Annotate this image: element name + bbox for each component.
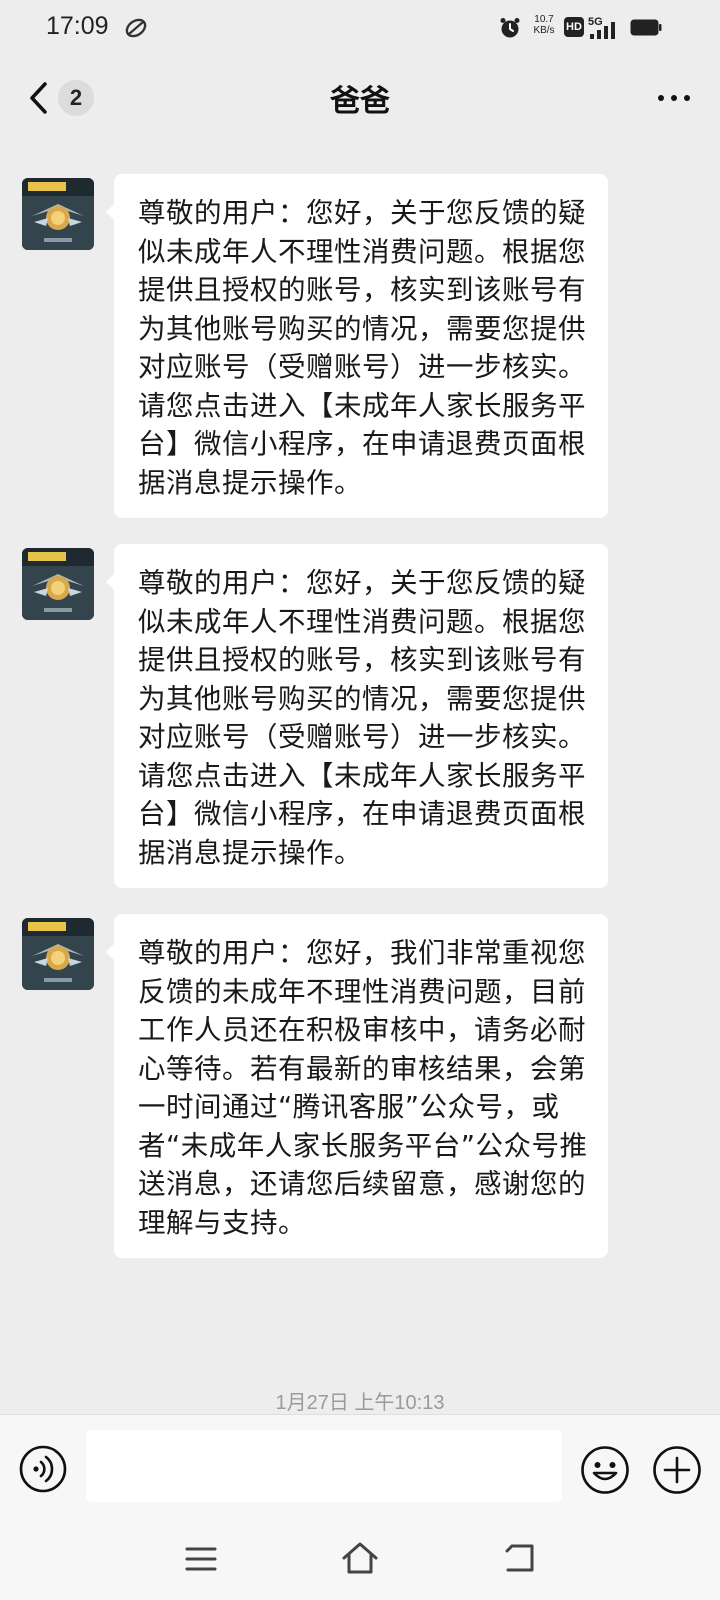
app-notification-icon: [125, 18, 147, 38]
avatar[interactable]: [22, 178, 94, 250]
status-bar: 17:09 10.7 KB/s HD 5G: [0, 0, 720, 56]
game-avatar-image: [22, 548, 94, 620]
nav-back-icon[interactable]: [502, 1542, 536, 1574]
signal-icon: 5G: [588, 16, 615, 39]
chat-title: 爸爸: [330, 84, 390, 119]
game-avatar-image: [22, 178, 94, 250]
hd-badge: HD: [564, 17, 584, 37]
plus-icon[interactable]: [652, 1445, 702, 1495]
network-speed-value: 10.7: [534, 14, 554, 25]
message-bubble[interactable]: 尊敬的用户：您好，我们非常重视您反馈的未成年不理性消费问题，目前工作人员还在积极…: [106, 914, 608, 1258]
chat-header: 2 爸爸: [0, 56, 720, 142]
message-bubble[interactable]: 尊敬的用户：您好，关于您反馈的疑似未成年人不理性消费问题。根据您提供且授权的账号…: [106, 174, 608, 518]
network-speed-unit: KB/s: [533, 25, 555, 36]
battery-icon: [630, 19, 662, 36]
game-avatar-image: [22, 918, 94, 990]
emoji-icon[interactable]: [580, 1445, 630, 1495]
network-speed: 10.7 KB/s: [528, 14, 560, 36]
system-nav-bar: [0, 1522, 720, 1600]
input-bar: [0, 1414, 720, 1523]
message-bubble[interactable]: 尊敬的用户：您好，关于您反馈的疑似未成年人不理性消费问题。根据您提供且授权的账号…: [106, 544, 608, 888]
more-options-icon[interactable]: [656, 86, 692, 110]
status-time: 17:09: [46, 12, 109, 40]
alarm-clock-icon: [500, 18, 520, 38]
network-type-label: 5G: [588, 16, 603, 28]
avatar[interactable]: [22, 548, 94, 620]
home-icon[interactable]: [340, 1540, 380, 1576]
menu-icon[interactable]: [184, 1544, 218, 1574]
voice-input-icon[interactable]: [19, 1445, 67, 1493]
avatar[interactable]: [22, 918, 94, 990]
message-input[interactable]: [86, 1430, 562, 1502]
message-timestamp: 1月27日 上午10:13: [275, 1392, 445, 1414]
